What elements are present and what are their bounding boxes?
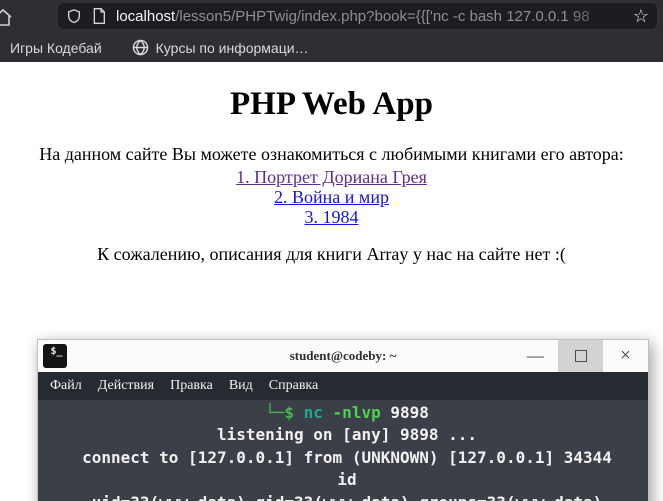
bookmark-label: Курсы по информаци… — [155, 39, 309, 56]
globe-icon — [132, 39, 148, 56]
terminal-app-icon: $_ — [43, 344, 67, 368]
shield-icon[interactable] — [66, 8, 82, 25]
maximize-icon — [574, 350, 587, 362]
page-icon[interactable] — [92, 8, 106, 24]
terminal-line-4: id — [46, 469, 648, 491]
menu-item-actions[interactable]: Действия — [98, 378, 154, 394]
terminal-output[interactable]: └─$ nc -nlvp 9898 listening on [any] 9898… — [38, 400, 648, 501]
screen: localhost/lesson5/PHPTwig/index.php?book… — [0, 0, 663, 501]
book-link-1[interactable]: 1. Портрет Дориана Грея — [0, 167, 663, 187]
terminal-text-segment: listening on [any] 9898 ... — [216, 425, 478, 445]
minimize-button[interactable]: — — [513, 340, 558, 372]
terminal-text-segment: connect to [127.0.0.1] from (UNKNOWN) [1… — [82, 447, 612, 467]
page-title: PHP Web App — [230, 86, 433, 122]
terminal-menubar: Файл Действия Правка Вид Справка — [38, 372, 648, 400]
bookmark-item-codeby-games[interactable]: Игры Кодебай — [10, 40, 102, 56]
terminal-line-3: connect to [127.0.0.1] from (UNKNOWN) [1… — [46, 447, 648, 469]
terminal-text-segment: nc — [303, 403, 323, 422]
terminal-text-segment: -nlvp — [332, 403, 381, 422]
bookmarks-bar: Игры Кодебай Курсы по информаци… — [0, 33, 663, 62]
window-controls: — × — [513, 340, 648, 372]
terminal-line-2: listening on [any] 9898 ... — [46, 424, 648, 446]
browser-toolbar: localhost/lesson5/PHPTwig/index.php?book… — [0, 0, 663, 33]
terminal-line-5: uid=33(www-data) gid=33(www-data) groups… — [46, 492, 648, 501]
terminal-text-segment: uid=33(www-data) gid=33(www-data) groups… — [92, 493, 603, 501]
intro-text: На данном сайте Вы можете ознакомиться с… — [39, 144, 624, 164]
book-links: 1. Портрет Дориана Грея 2. Война и мир 3… — [0, 167, 663, 227]
url-host: localhost — [116, 7, 176, 25]
bookmark-item-infosec-courses[interactable]: Курсы по информаци… — [132, 39, 309, 56]
menu-item-view[interactable]: Вид — [229, 378, 253, 394]
terminal-text-segment: id — [337, 470, 357, 490]
not-found-message: К сожалению, описания для книги Array у … — [97, 244, 566, 264]
book-link-3[interactable]: 3. 1984 — [0, 207, 663, 227]
menu-item-file[interactable]: Файл — [50, 378, 82, 394]
url-text[interactable]: localhost/lesson5/PHPTwig/index.php?book… — [116, 8, 627, 25]
close-button[interactable]: × — [603, 340, 648, 372]
terminal-titlebar[interactable]: $_ student@codeby: ~ — × — [38, 340, 648, 372]
home-icon[interactable] — [0, 8, 14, 33]
bookmark-star-icon[interactable]: ☆ — [633, 7, 649, 25]
terminal-lines: └─$ nc -nlvp 9898 listening on [any] 9898… — [46, 402, 648, 501]
terminal-scrollbar[interactable] — [637, 400, 648, 501]
book-link-2[interactable]: 2. Война и мир — [0, 187, 663, 207]
web-page: PHP Web App На данном сайте Вы можете оз… — [0, 62, 663, 501]
menu-item-edit[interactable]: Правка — [170, 378, 213, 394]
bookmark-label: Игры Кодебай — [10, 39, 102, 56]
terminal-window: $_ student@codeby: ~ — × Файл Действия П… — [37, 339, 649, 501]
url-bar[interactable]: localhost/lesson5/PHPTwig/index.php?book… — [58, 3, 657, 29]
terminal-text-segment: └─$ — [265, 403, 304, 422]
url-path: /lesson5/PHPTwig/index.php?book={{['nc -… — [175, 7, 590, 25]
terminal-line-1: └─$ nc -nlvp 9898 — [46, 402, 648, 424]
maximize-button[interactable] — [558, 340, 603, 372]
menu-item-help[interactable]: Справка — [269, 378, 318, 394]
terminal-text-segment: 9898 — [380, 403, 429, 422]
